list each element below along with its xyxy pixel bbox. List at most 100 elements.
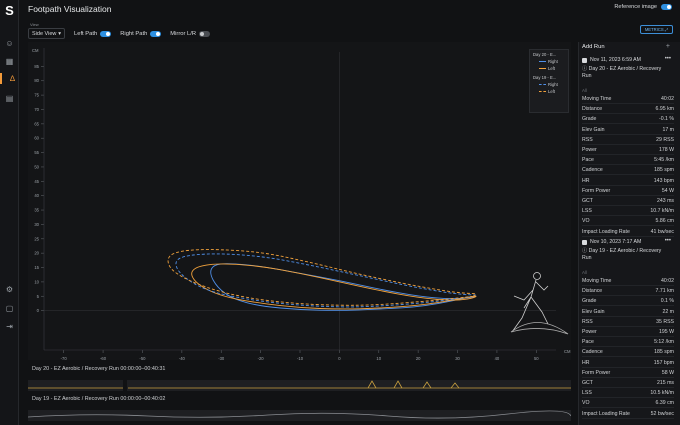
legend-entry[interactable]: Left <box>533 89 565 94</box>
metric-row: Form Power 58 W <box>582 370 674 378</box>
run-date[interactable]: Nov 10, 2023 7:17 AM <box>582 239 641 245</box>
reference-image-switch[interactable] <box>661 4 672 10</box>
reference-image-toggle[interactable]: Reference image <box>614 4 672 10</box>
legend-entry[interactable]: Left <box>533 66 565 71</box>
metric-value: 185 spm <box>654 167 674 174</box>
docs-icon[interactable]: ▢ <box>4 303 15 314</box>
user-icon[interactable]: ☺ <box>4 38 15 49</box>
metric-row: Elev Gain 22 m <box>582 309 674 317</box>
right-path-toggle[interactable]: Right Path <box>120 28 162 39</box>
metric-label: HR <box>582 359 590 366</box>
settings-icon[interactable]: ⚙ <box>4 284 15 295</box>
view-label: View <box>30 22 39 27</box>
metric-label: VO <box>582 218 590 225</box>
more-options-icon[interactable]: ••• <box>665 56 671 62</box>
x-tick-label: 20 <box>416 356 421 360</box>
view-select[interactable]: Side View ▾ <box>28 28 65 39</box>
metric-row: LSS 10.5 kN/m <box>582 390 674 399</box>
metric-row: RSS 35 RSS <box>582 319 674 327</box>
x-tick-label: -20 <box>258 356 265 360</box>
y-tick-label: 55 <box>34 150 39 155</box>
timeline-day19[interactable] <box>27 410 572 421</box>
right-path-label: Right Path <box>120 30 148 37</box>
metric-value: 40:02 <box>661 278 674 284</box>
legend-group-day19: Day 19 - E... Right Left <box>533 75 565 94</box>
run-date[interactable]: Nov 11, 2023 6:59 AM <box>582 57 641 63</box>
y-tick-label: 30 <box>34 222 39 227</box>
y-tick-label: 10 <box>34 279 39 284</box>
legend-swatch <box>539 91 546 92</box>
metric-value: 243 ms <box>656 198 674 204</box>
right-path-switch[interactable] <box>150 30 162 37</box>
metric-label: Elev Gain <box>582 308 605 315</box>
legend-entry[interactable]: Right <box>533 82 565 87</box>
metric-label: Grade <box>582 116 597 123</box>
add-run-button[interactable]: + <box>666 43 670 50</box>
metric-row: GCT 243 ms <box>582 198 674 206</box>
metric-label: Form Power <box>582 187 611 194</box>
metric-label: Distance <box>582 106 603 113</box>
run-checkbox[interactable] <box>582 57 587 63</box>
left-path-switch[interactable] <box>100 30 112 37</box>
metric-row: Cadence 185 spm <box>582 167 674 176</box>
metrics-button[interactable]: METRICS ⤢ <box>640 25 673 34</box>
metric-label: Power <box>582 147 597 153</box>
metric-row: Distance 6.95 km <box>582 106 674 115</box>
mirror-toggle[interactable]: Mirror L/R <box>170 28 211 39</box>
legend-entry[interactable]: Right <box>533 59 565 64</box>
chart-legend: Day 20 - E... Right Left Day 19 - E... R… <box>529 49 569 113</box>
footpath-chart[interactable]: 0 5 10 15 20 25 30 35 40 45 50 55 60 65 70 75 80 85 -70 -60… <box>28 42 571 361</box>
legend-swatch <box>539 68 546 69</box>
x-unit-label: CM <box>564 349 571 354</box>
metric-value: 41 bw/sec <box>650 228 674 235</box>
metric-value: 35 RSS <box>656 318 674 325</box>
all-filter-label[interactable]: All <box>582 88 587 93</box>
mirror-switch[interactable] <box>199 30 211 37</box>
all-filter-label[interactable]: All <box>582 270 587 275</box>
x-tick-label: 50 <box>534 356 539 360</box>
footpath-series-line <box>210 263 477 311</box>
run-checkbox[interactable] <box>582 239 587 245</box>
view-select-value: Side View <box>32 30 57 37</box>
run-date-text: Nov 10, 2023 7:17 AM <box>590 239 642 245</box>
metric-value: 215 ms <box>656 380 674 386</box>
metric-value: 6.39 cm <box>655 400 674 407</box>
metric-row: GCT 215 ms <box>582 380 674 388</box>
metric-row: Power 178 W <box>582 147 674 155</box>
more-options-icon[interactable]: ••• <box>665 238 671 244</box>
report-icon[interactable]: ▤ <box>4 93 15 104</box>
runs-panel: Add Run + Nov 11, 2023 6:59 AM ••• ⓘ Day… <box>578 42 680 425</box>
metric-value: 0.1 % <box>660 298 674 305</box>
metric-value: 143 bpm <box>653 177 674 184</box>
metric-value: 5:45 /km <box>654 157 674 164</box>
x-tick-label: -30 <box>218 356 225 360</box>
metric-value: 5:12 /km <box>654 339 674 346</box>
y-tick-label: 35 <box>34 208 39 213</box>
legend-label: Left <box>548 66 555 71</box>
metric-row: Moving Time 40:02 <box>582 278 674 286</box>
x-tick-label: 10 <box>376 356 381 360</box>
x-tick-label: -40 <box>179 356 186 360</box>
left-path-toggle[interactable]: Left Path <box>74 28 112 39</box>
calendar-icon[interactable]: ▦ <box>4 56 15 67</box>
timeline-day20[interactable] <box>28 380 571 391</box>
metric-row: HR 143 bpm <box>582 178 674 186</box>
y-tick-label: 40 <box>34 193 39 198</box>
metric-value: 6.95 km <box>655 106 674 113</box>
metric-label: Moving Time <box>582 96 612 102</box>
metric-value: 40:02 <box>661 96 674 102</box>
footpath-chart-svg: 0 5 10 15 20 25 30 35 40 45 50 55 60 65 70 75 80 85 -70 -60… <box>32 48 571 361</box>
metric-label: LSS <box>582 390 592 397</box>
metric-row: Impact Loading Rate 52 bw/sec <box>582 411 674 419</box>
metric-label: Form Power <box>582 369 611 376</box>
timeline-label: Day 19 - EZ Aerobic / Recovery Run 00:00… <box>32 396 166 402</box>
app-logo[interactable]: S <box>4 4 15 17</box>
legend-label: Right <box>548 82 558 87</box>
logout-icon[interactable]: ⇥ <box>4 321 15 332</box>
metric-row: Elev Gain 17 m <box>582 127 674 135</box>
footpath-icon[interactable]: ∆ <box>0 73 19 84</box>
metric-label: Grade <box>582 298 597 305</box>
metric-row: VO 5.86 cm <box>582 218 674 227</box>
metric-row: Power 195 W <box>582 329 674 337</box>
metric-label: GCT <box>582 380 593 386</box>
